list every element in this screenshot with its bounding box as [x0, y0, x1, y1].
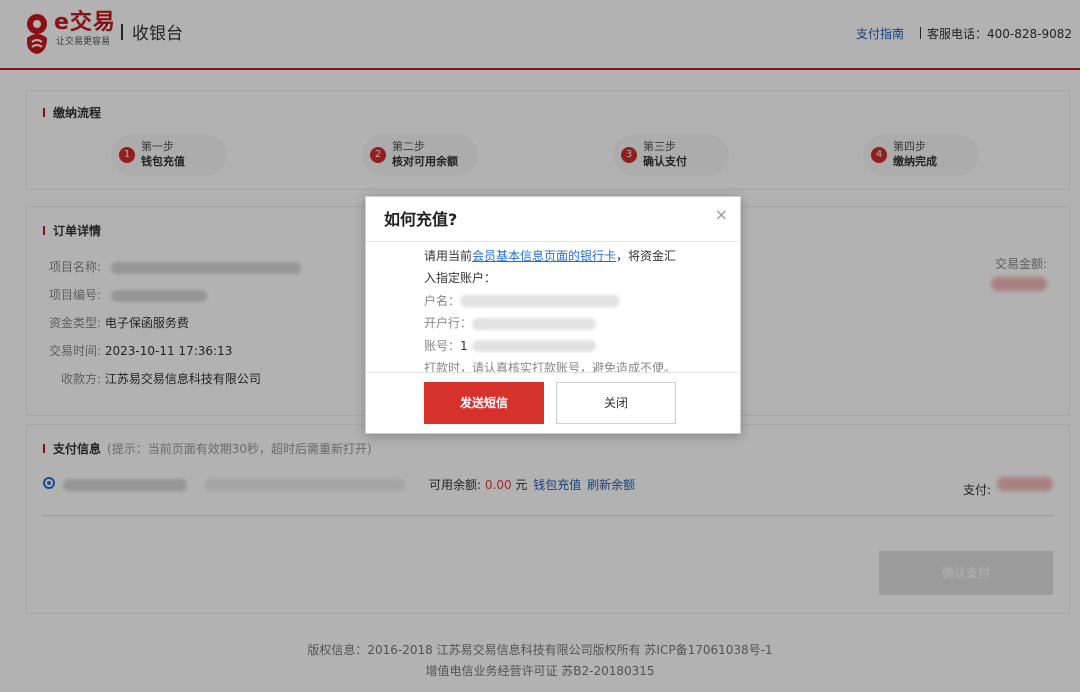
- member-bank-card-link[interactable]: 会员基本信息页面的银行卡: [472, 249, 616, 263]
- close-icon[interactable]: ×: [715, 205, 728, 225]
- dialog-title: 如何充值?: [384, 210, 458, 229]
- account-no-redacted: [471, 340, 596, 353]
- intro-line-1: 请用当前会员基本信息页面的银行卡，将资金汇: [424, 249, 677, 263]
- account-name-label: 户名：: [424, 293, 461, 308]
- bank-row: 开户行：: [424, 312, 694, 334]
- dialog-body: 请用当前会员基本信息页面的银行卡，将资金汇 入指定账户： 户名： 开户行： 账号…: [424, 245, 694, 379]
- transfer-notice: 打款时，请认真核实打款账号，避免造成不便。: [424, 361, 677, 376]
- how-to-recharge-dialog: 如何充值? × 请用当前会员基本信息页面的银行卡，将资金汇 入指定账户： 户名：…: [365, 196, 741, 434]
- dialog-footer-divider: [366, 372, 740, 373]
- account-name-row: 户名：: [424, 290, 694, 312]
- dialog-header-divider: [366, 241, 740, 242]
- account-no-prefix: 1: [460, 338, 468, 353]
- bank-name-redacted: [472, 317, 597, 330]
- intro-line-2: 入指定账户：: [424, 271, 497, 286]
- account-name-redacted: [460, 295, 621, 308]
- account-no-row: 账号：1: [424, 335, 694, 357]
- bank-label: 开户行：: [424, 316, 473, 331]
- close-dialog-button[interactable]: 关闭: [556, 382, 676, 424]
- send-sms-button[interactable]: 发送短信: [424, 382, 544, 424]
- account-no-label: 账号：: [424, 338, 461, 353]
